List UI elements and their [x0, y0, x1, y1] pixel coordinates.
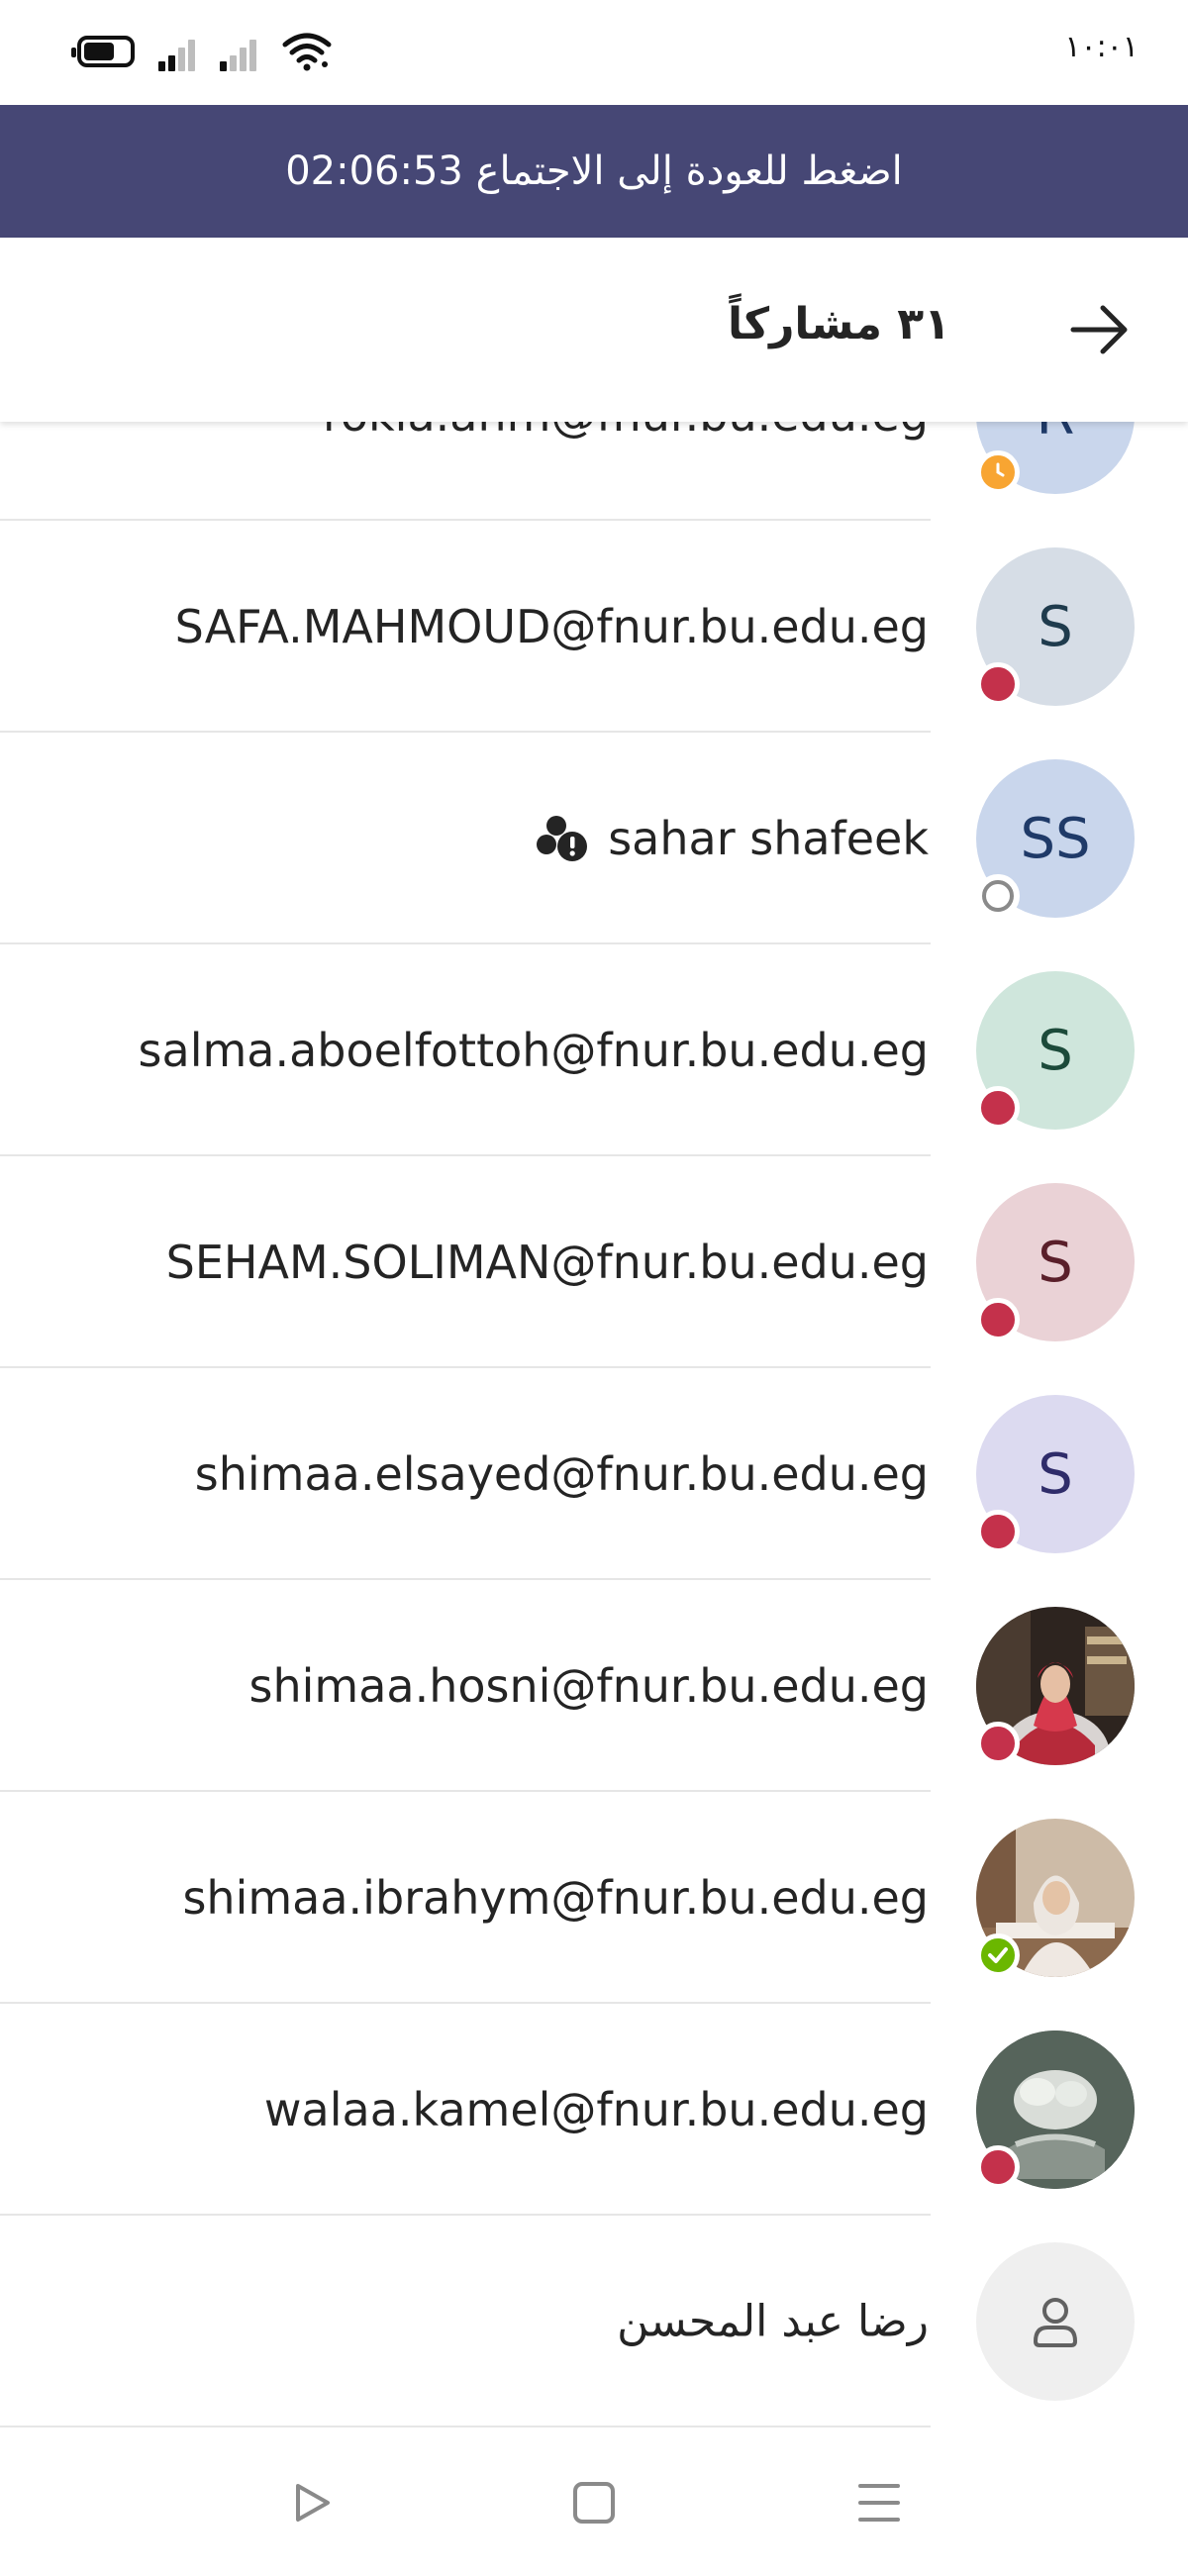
avatar-initials: S — [1038, 1230, 1073, 1295]
avatar-initials: S — [1038, 1441, 1073, 1507]
avatar-initials: R — [1037, 422, 1075, 447]
external-user-warning-icon — [537, 816, 588, 861]
participant-name-wrap: sahar shafeek — [535, 812, 929, 865]
back-nav-button[interactable] — [279, 2471, 343, 2534]
presence-busy-icon — [976, 1722, 1020, 1765]
list-item[interactable]: shimaa.hosni@fnur.bu.edu.eg — [0, 1580, 1188, 1792]
presence-offline-icon — [976, 874, 1020, 918]
avatar-initials: SS — [1020, 806, 1091, 871]
list-item[interactable]: رضا عبد المحسن — [0, 2216, 1188, 2427]
presence-busy-icon — [976, 1298, 1020, 1341]
avatar — [976, 2031, 1135, 2189]
list-item[interactable]: SEHAM.SOLIMAN@fnur.bu.edu.eg S — [0, 1156, 1188, 1368]
presence-busy-icon — [976, 1510, 1020, 1553]
participant-list: rokia.ahm@fnur.bu.edu.eg R SAFA.MAHMOUD@… — [0, 422, 1188, 2431]
return-to-meeting-banner[interactable]: اضغط للعودة إلى الاجتماع 02:06:53 — [0, 105, 1188, 238]
presence-busy-icon — [976, 2145, 1020, 2189]
triangle-back-icon — [296, 2484, 330, 2522]
list-item[interactable]: rokia.ahm@fnur.bu.edu.eg R — [0, 422, 1188, 521]
back-arrow-icon[interactable] — [1059, 295, 1138, 364]
avatar: S — [976, 1395, 1135, 1553]
list-item[interactable]: SAFA.MAHMOUD@fnur.bu.edu.eg S — [0, 521, 1188, 733]
participant-name: sahar shafeek — [608, 812, 929, 865]
presence-available-icon — [976, 1933, 1020, 1977]
banner-text: اضغط للعودة إلى الاجتماع 02:06:53 — [285, 149, 903, 194]
list-item[interactable]: sahar shafeek SS — [0, 733, 1188, 944]
list-item[interactable]: walaa.kamel@fnur.bu.edu.eg — [0, 2004, 1188, 2216]
avatar: S — [976, 547, 1135, 706]
participant-name: SAFA.MAHMOUD@fnur.bu.edu.eg — [174, 600, 929, 653]
avatar — [976, 1607, 1135, 1765]
system-nav-bar — [0, 2431, 1188, 2576]
home-nav-button[interactable] — [562, 2471, 626, 2534]
avatar-initials: S — [1038, 594, 1073, 659]
wifi-icon — [282, 33, 332, 71]
recents-nav-button[interactable] — [847, 2471, 911, 2534]
participant-name: salma.aboelfottoh@fnur.bu.edu.eg — [138, 1024, 929, 1077]
avatar: S — [976, 971, 1135, 1130]
status-bar: ١٠:٠١ — [0, 0, 1188, 105]
presence-away-icon — [976, 450, 1020, 494]
divider — [0, 2426, 931, 2427]
list-item[interactable]: salma.aboelfottoh@fnur.bu.edu.eg S — [0, 944, 1188, 1156]
signal-icon-2 — [220, 38, 263, 71]
participants-header: ٣١ مشاركاً — [0, 238, 1188, 422]
participant-name: shimaa.ibrahym@fnur.bu.edu.eg — [182, 1871, 929, 1925]
page-title: ٣١ مشاركاً — [727, 299, 950, 349]
participant-name: shimaa.hosni@fnur.bu.edu.eg — [248, 1659, 929, 1713]
participant-name: رضا عبد المحسن — [617, 2296, 929, 2347]
square-home-icon — [573, 2482, 615, 2524]
participant-name: SEHAM.SOLIMAN@fnur.bu.edu.eg — [165, 1236, 929, 1289]
list-item[interactable]: shimaa.ibrahym@fnur.bu.edu.eg — [0, 1792, 1188, 2004]
list-item[interactable]: shimaa.elsayed@fnur.bu.edu.eg S — [0, 1368, 1188, 1580]
avatar — [976, 2242, 1135, 2401]
participant-name: rokia.ahm@fnur.bu.edu.eg — [323, 422, 929, 442]
avatar-initials: S — [1038, 1018, 1073, 1083]
participant-name: shimaa.elsayed@fnur.bu.edu.eg — [194, 1447, 929, 1501]
presence-busy-icon — [976, 662, 1020, 706]
person-icon — [1033, 2298, 1078, 2347]
menu-lines-icon — [858, 2484, 900, 2522]
avatar — [976, 1819, 1135, 1977]
signal-icon — [158, 38, 202, 71]
avatar: SS — [976, 759, 1135, 918]
battery-icon — [71, 36, 135, 67]
clock: ١٠:٠١ — [1064, 30, 1138, 64]
avatar: S — [976, 1183, 1135, 1341]
avatar: R — [976, 422, 1135, 494]
presence-busy-icon — [976, 1086, 1020, 1130]
participant-name: walaa.kamel@fnur.bu.edu.eg — [263, 2083, 929, 2136]
